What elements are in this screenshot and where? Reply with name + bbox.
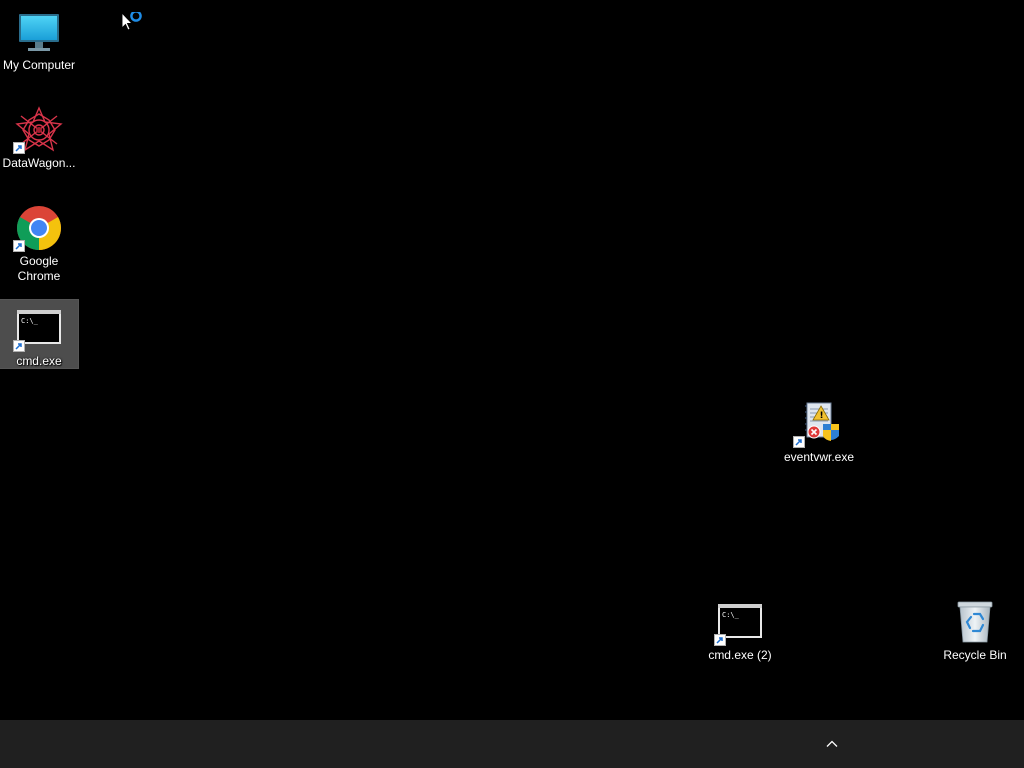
desktop-icon-eventvwr[interactable]: ! eventvwr.exe: [780, 396, 858, 465]
svg-text:C:\_: C:\_: [722, 611, 740, 619]
event-viewer-icon: !: [793, 400, 843, 448]
svg-text:!: !: [820, 411, 824, 421]
recycle-bin-icon: [951, 598, 999, 646]
shortcut-arrow-icon: [793, 436, 805, 448]
shortcut-arrow-icon: [13, 340, 25, 352]
shortcut-arrow-icon: [13, 240, 25, 252]
desktop-icon-label: cmd.exe: [16, 354, 62, 368]
desktop-icon-cmd-2[interactable]: C:\_ cmd.exe (2): [701, 594, 779, 663]
desktop-icon-label: Recycle Bin: [943, 648, 1007, 662]
desktop-icon-my-computer[interactable]: My Computer: [0, 4, 78, 73]
datawagon-icon: [13, 106, 63, 154]
svg-text:C:\_: C:\_: [21, 317, 39, 325]
shortcut-arrow-icon: [13, 142, 25, 154]
desktop-icon-cmd[interactable]: C:\_ cmd.exe: [0, 299, 79, 369]
desktop-icon-label: Google Chrome: [17, 254, 61, 283]
desktop-icon-label: My Computer: [2, 58, 76, 72]
cmd-icon: C:\_: [13, 304, 63, 352]
desktop-icon-datawagon[interactable]: DataWagon...: [0, 102, 78, 171]
desktop[interactable]: My Computer DataWagon... Google Chrome C…: [0, 0, 1024, 720]
monitor-icon: [15, 8, 63, 56]
desktop-icon-label: cmd.exe (2): [708, 648, 772, 662]
cmd-icon: C:\_: [714, 598, 764, 646]
chrome-icon: [13, 204, 63, 252]
chevron-up-icon[interactable]: [820, 732, 844, 756]
desktop-icon-recycle-bin[interactable]: Recycle Bin: [936, 594, 1014, 663]
desktop-icon-label: eventvwr.exe: [783, 450, 855, 464]
taskbar: [0, 720, 1024, 768]
desktop-icon-google-chrome[interactable]: Google Chrome: [0, 200, 78, 284]
desktop-icon-label: DataWagon...: [2, 156, 76, 170]
shortcut-arrow-icon: [714, 634, 726, 646]
